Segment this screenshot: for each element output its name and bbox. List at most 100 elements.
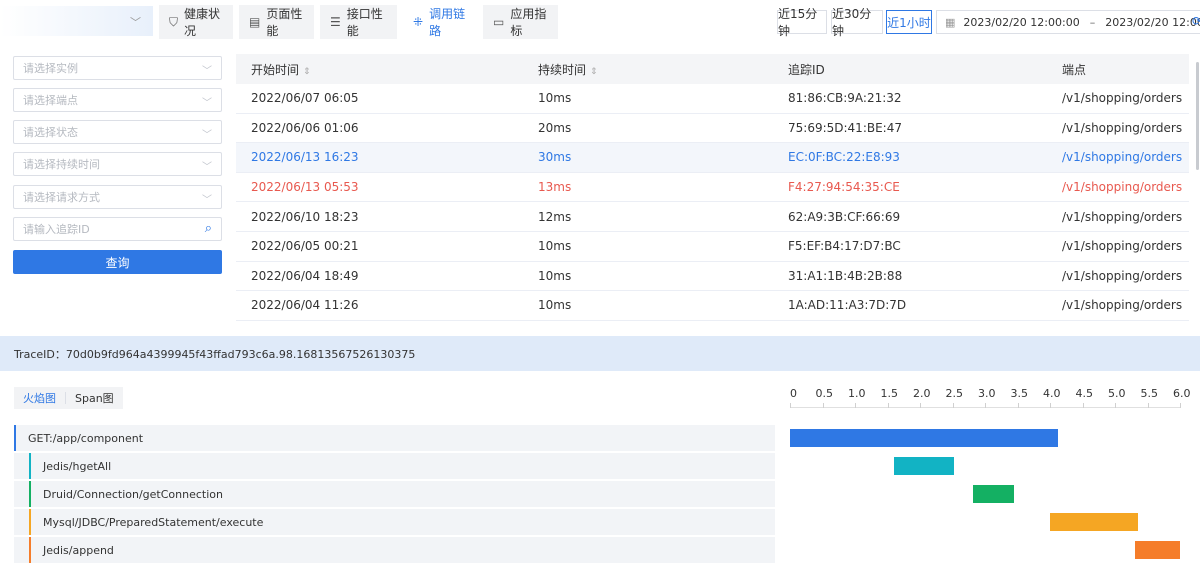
- cell-duration: 20ms: [538, 120, 572, 135]
- tab-call-chain[interactable]: ⁜ 调用链路: [403, 5, 477, 39]
- chevron-down-icon: ﹀: [130, 16, 141, 29]
- cell-endpoint: /v1/shopping/orders: [1062, 209, 1183, 224]
- span-row[interactable]: Jedis/append: [14, 537, 775, 563]
- table-row[interactable]: 2022/06/04 11:26 10ms 1A:AD:11:A3:7D:7D/v1…: [236, 291, 1189, 321]
- quick-range-30min[interactable]: 近30分钟: [831, 7, 883, 38]
- tab-health[interactable]: ⛉ 健康状况: [159, 5, 233, 39]
- cell-start-time: 2022/06/04 11:26: [251, 298, 359, 313]
- column-header-label: 开始时间: [251, 62, 300, 77]
- axis-tick-label: 1.0: [848, 387, 866, 400]
- cell-start-time: 2022/06/13 16:23: [251, 150, 359, 165]
- cell-endpoint: /v1/shopping/orders: [1062, 150, 1183, 165]
- span-bar[interactable]: [790, 429, 1058, 447]
- tab-page-performance[interactable]: ▤ 页面性能: [239, 5, 314, 39]
- date-range-separator: –: [1089, 15, 1096, 29]
- axis-tick: [1147, 403, 1149, 408]
- span-bar[interactable]: [973, 485, 1015, 503]
- span-bar[interactable]: [1134, 541, 1180, 559]
- date-range-picker[interactable]: ▦ 2023/02/20 12:00:00 – 2023/02/20 12:00…: [936, 10, 1200, 34]
- quick-range-15min[interactable]: 近15分钟: [777, 7, 827, 38]
- axis-tick: [1180, 403, 1181, 408]
- column-header-trace-id: 追踪ID: [788, 62, 825, 77]
- cell-start-time: 2022/06/06 01:06: [251, 120, 359, 135]
- span-name: Jedis/hgetAll: [43, 459, 112, 473]
- quick-range-1hour[interactable]: 近1小时: [886, 10, 932, 34]
- axis-tick-label: 3.0: [978, 387, 996, 400]
- table-row[interactable]: 2022/06/10 18:23 12ms 62:A9:3B:CF:66:69/v1…: [236, 202, 1189, 232]
- column-header-start-time[interactable]: 开始时间 ⇕: [236, 61, 523, 78]
- cell-start-time: 2022/06/05 00:21: [251, 239, 359, 254]
- cell-duration: 30ms: [538, 150, 572, 165]
- cell-duration: 12ms: [538, 209, 572, 224]
- axis-tick: [920, 403, 921, 408]
- tab-label: 调用链路: [429, 7, 466, 38]
- axis-tick-label: 3.5: [1010, 387, 1029, 400]
- chevron-down-icon: ﹀: [202, 98, 212, 109]
- axis-tick: [855, 403, 856, 408]
- monitor-icon: ▤: [249, 15, 261, 29]
- column-header-duration[interactable]: 持续时间 ⇕: [523, 61, 773, 78]
- app-selector[interactable]: ﹀: [0, 6, 153, 36]
- span-name: Mysql/JDBC/PreparedStatement/execute: [43, 515, 264, 529]
- axis-tick: [887, 403, 889, 408]
- span-graph-tab[interactable]: Span图: [66, 387, 123, 409]
- table-row[interactable]: 2022/06/04 18:49 10ms 31:A1:1B:4B:2B:88/v1…: [236, 262, 1189, 292]
- axis-tick: [790, 403, 791, 408]
- cell-start-time: 2022/06/07 06:05: [251, 91, 359, 106]
- trace-id-input-placeholder: 请输入追踪ID: [23, 223, 90, 236]
- trace-id-bar: TraceID：70d0b9fd964a4399945f43ffad793c6a…: [0, 336, 1200, 371]
- duration-select[interactable]: 请选择持续时间 ﹀: [13, 152, 222, 176]
- table-row[interactable]: 2022/06/05 00:21 10ms F5:EF:B4:17:D7:BC/v1…: [236, 232, 1189, 262]
- axis-tick-label: 5.0: [1108, 387, 1126, 400]
- axis-tick-label: 2.5: [945, 387, 964, 400]
- refresh-icon[interactable]: ⟳: [1192, 14, 1200, 28]
- status-select[interactable]: 请选择状态 ﹀: [13, 120, 222, 144]
- sort-icon[interactable]: ⇕: [590, 67, 598, 77]
- axis-tick: [1017, 403, 1019, 408]
- endpoint-select-placeholder: 请选择端点: [23, 94, 78, 107]
- tab-label: 页面性能: [266, 7, 303, 38]
- sort-icon[interactable]: ⇕: [303, 67, 311, 77]
- chart-card-icon: ▭: [493, 15, 505, 29]
- span-row[interactable]: GET:/app/component: [14, 425, 775, 451]
- shield-icon: ⛉: [169, 14, 179, 29]
- table-scrollbar[interactable]: [1196, 62, 1199, 170]
- table-row[interactable]: 2022/06/07 06:05 10ms 81:86:CB:9A:21:32/v1…: [236, 84, 1189, 114]
- instance-select[interactable]: 请选择实例 ﹀: [13, 56, 222, 80]
- tab-app-metrics[interactable]: ▭ 应用指标: [483, 5, 558, 39]
- axis-tick: [952, 403, 954, 408]
- table-row[interactable]: 2022/06/06 01:06 20ms 75:69:5D:41:BE:47/v1…: [236, 114, 1189, 144]
- cell-trace-id: 62:A9:3B:CF:66:69: [788, 209, 901, 224]
- duration-select-placeholder: 请选择持续时间: [23, 158, 100, 171]
- span-bar[interactable]: [1050, 513, 1138, 531]
- span-row[interactable]: Mysql/JDBC/PreparedStatement/execute: [14, 509, 775, 535]
- timeline-axis: 0 0.5 1.0 1.5 2.0 2.5 3.0 3.5 4.0 4.5 5.0 5.5 6.0: [790, 383, 1191, 413]
- chevron-down-icon: ﹀: [202, 162, 212, 173]
- flame-graph-tab[interactable]: 火焰图: [14, 387, 65, 409]
- span-bar[interactable]: [894, 457, 954, 475]
- cell-duration: 10ms: [538, 298, 572, 313]
- sliders-icon: ☰: [330, 15, 341, 29]
- axis-tick-label: 0: [790, 387, 797, 400]
- tab-api-performance[interactable]: ☰ 接口性能: [320, 5, 397, 39]
- table-row[interactable]: 2022/06/13 05:53 13ms F4:27:94:54:35:CE/v1…: [236, 173, 1189, 203]
- cell-endpoint: /v1/shopping/orders: [1062, 298, 1183, 313]
- axis-tick: [1082, 403, 1084, 408]
- span-bar-track: [790, 537, 1190, 563]
- trace-id-input[interactable]: 请输入追踪ID ⌕: [13, 217, 222, 241]
- endpoint-select[interactable]: 请选择端点 ﹀: [13, 88, 222, 112]
- query-button[interactable]: 查询: [13, 250, 222, 274]
- span-bar-track: [790, 509, 1190, 535]
- method-select[interactable]: 请选择请求方式 ﹀: [13, 185, 222, 209]
- table-row[interactable]: 2022/06/13 16:23 30ms EC:0F:BC:22:E8:93/v1…: [236, 143, 1189, 173]
- cell-trace-id: 75:69:5D:41:BE:47: [788, 120, 902, 135]
- span-row[interactable]: Druid/Connection/getConnection: [14, 481, 775, 507]
- cell-duration: 10ms: [538, 239, 572, 254]
- span-bar-track: [790, 481, 1190, 507]
- span-row[interactable]: Jedis/hgetAll: [14, 453, 775, 479]
- date-range-start: 2023/02/20 12:00:00: [963, 15, 1080, 29]
- search-icon[interactable]: ⌕: [205, 221, 212, 236]
- status-select-placeholder: 请选择状态: [23, 126, 78, 139]
- axis-tick-label: 2.0: [913, 387, 931, 400]
- cell-trace-id: 31:A1:1B:4B:2B:88: [788, 268, 903, 283]
